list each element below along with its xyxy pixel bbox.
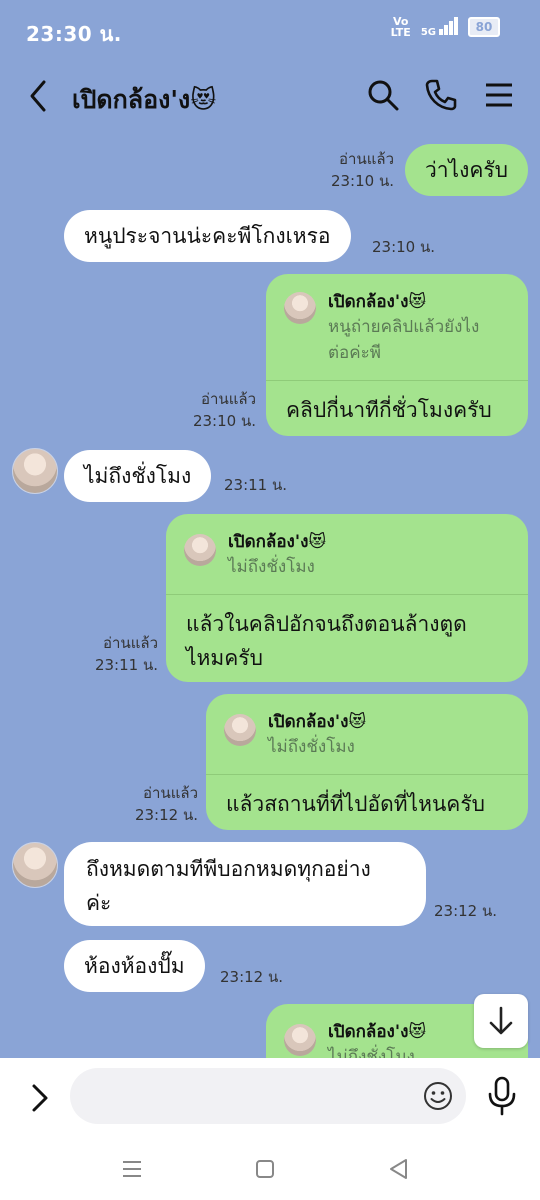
message-meta: อ่านแล้ว 23:11 น. (95, 632, 158, 676)
quoted-name: เปิดกล้อง'ง😻 (328, 1022, 427, 1042)
message-meta: อ่านแล้ว 23:10 น. (331, 148, 394, 192)
signal-icon: 5G (420, 16, 458, 38)
quoted-avatar (184, 534, 216, 566)
quoted-text: ไม่ถึงชั่งโมง (268, 737, 355, 757)
message-text: คลิปกี่นาทีกี่ชั่วโมงครับ (286, 398, 492, 422)
volte-indicator: Vo LTE (390, 15, 411, 39)
message-text: แล้วในคลิปอักจนถึงตอนล้างตูด ไหมครับ (186, 612, 467, 670)
reply-bubble-sent[interactable]: เปิดกล้อง'ง😻 ไม่ถึงชั่งโมง แล้วสถานที่ที… (206, 694, 528, 830)
message-input-bar (0, 1058, 540, 1138)
network-type: 5G (420, 26, 436, 38)
message-time: 23:11 น. (224, 476, 288, 494)
system-nav-bar (0, 1138, 540, 1200)
message-time: 23:10 น. (372, 238, 436, 256)
message-meta: อ่านแล้ว 23:10 น. (193, 388, 256, 432)
nav-back-icon[interactable] (384, 1154, 414, 1184)
message-meta: อ่านแล้ว 23:12 น. (135, 782, 198, 826)
message-input[interactable] (70, 1068, 466, 1124)
avatar[interactable] (12, 448, 58, 494)
quoted-name: เปิดกล้อง'ง😻 (228, 532, 327, 552)
scroll-down-icon (489, 1006, 513, 1035)
avatar[interactable] (12, 842, 58, 888)
recent-apps-icon[interactable] (117, 1154, 147, 1184)
message-time: 23:12 น. (220, 968, 284, 986)
chat-header: เปิดกล้อง'ง😻 (0, 56, 540, 138)
message-text: แล้วสถานที่ที่ไปอัดที่ไหนครับ (226, 792, 485, 816)
home-icon[interactable] (250, 1154, 280, 1184)
expand-icon[interactable] (26, 1078, 54, 1118)
message-bubble-received[interactable]: ไม่ถึงชั่งโมง (64, 450, 212, 502)
message-bubble-received[interactable]: ถึงหมดตามทีพีบอกหมดทุกอย่าง ค่ะ (64, 842, 426, 926)
message-time: 23:12 น. (434, 902, 498, 920)
quoted-text: ไม่ถึงชั่งโมง (228, 557, 315, 577)
quoted-text: หนูถ่ายคลิปแล้วยังไง ต่อค่ะพี (328, 317, 480, 363)
message-bubble-received[interactable]: ห้องห้องปั๊ม (64, 940, 205, 992)
message-time: 23:11 น. (94, 656, 158, 674)
status-indicators: Vo LTE 5G 80 (391, 16, 500, 38)
quoted-name: เปิดกล้อง'ง😻 (328, 292, 427, 312)
phone-icon[interactable] (424, 78, 458, 112)
chat-area[interactable]: อ่านแล้ว 23:10 น. ว่าไงครับ หนูประจานน่ะ… (0, 138, 540, 1058)
message-time: 23:12 น. (134, 806, 198, 824)
status-bar: 23:30 น. Vo LTE 5G 80 (0, 0, 540, 56)
back-icon[interactable] (24, 78, 56, 114)
read-label: อ่านแล้ว (201, 390, 256, 408)
quoted-message[interactable]: เปิดกล้อง'ง😻 ไม่ถึงชั่งโมง (206, 694, 528, 775)
message-bubble-sent[interactable]: ว่าไงครับ (404, 144, 528, 196)
reply-bubble-sent[interactable]: เปิดกล้อง'ง😻 หนูถ่ายคลิปแล้วยังไง ต่อค่ะ… (266, 274, 528, 436)
scroll-down-button[interactable] (474, 994, 528, 1048)
message-time: 23:10 น. (192, 412, 256, 430)
read-label: อ่านแล้ว (103, 634, 158, 652)
status-time: 23:30 น. (26, 22, 122, 46)
message-bubble-received[interactable]: หนูประจานน่ะคะพีโกงเหรอ (64, 210, 351, 262)
chat-title[interactable]: เปิดกล้อง'ง😻 (72, 80, 216, 120)
menu-icon[interactable] (482, 78, 516, 112)
reply-bubble-sent[interactable]: เปิดกล้อง'ง😻 ไม่ถึงชั่งโมง แล้วในคลิปอัก… (166, 514, 528, 682)
mic-icon[interactable] (484, 1074, 520, 1118)
quoted-message[interactable]: เปิดกล้อง'ง😻 ไม่ถึงชั่งโมง (166, 514, 528, 595)
quoted-message[interactable]: เปิดกล้อง'ง😻 หนูถ่ายคลิปแล้วยังไง ต่อค่ะ… (266, 274, 528, 381)
emoji-icon[interactable] (422, 1080, 454, 1112)
quoted-name: เปิดกล้อง'ง😻 (268, 712, 367, 732)
battery-icon: 80 (468, 17, 500, 37)
read-label: อ่านแล้ว (339, 150, 394, 168)
message-time: 23:10 น. (330, 172, 394, 190)
quoted-avatar (224, 714, 256, 746)
read-label: อ่านแล้ว (143, 784, 198, 802)
quoted-avatar (284, 1024, 316, 1056)
quoted-text: ไม่ถึงชั่งโมง (328, 1047, 415, 1058)
quoted-avatar (284, 292, 316, 324)
search-icon[interactable] (366, 78, 400, 112)
